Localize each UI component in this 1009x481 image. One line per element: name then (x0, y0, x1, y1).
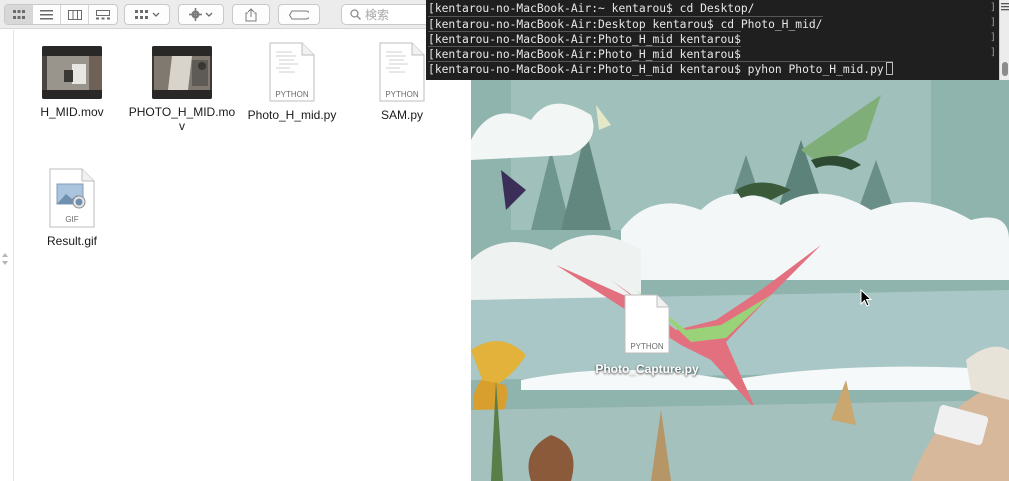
search-placeholder: 検索 (365, 8, 390, 22)
file-item-h-mid-mov[interactable]: H_MID.mov (17, 46, 127, 119)
chevron-down-icon (152, 12, 159, 17)
svg-text:PYTHON: PYTHON (385, 90, 419, 99)
search-icon (350, 9, 361, 20)
finder-toolbar: 検索 (0, 0, 481, 29)
line-bracket-mark: ] (989, 17, 996, 28)
python-file-icon: PYTHON (268, 42, 316, 102)
line-bracket-mark: ] (989, 2, 996, 13)
file-name: Photo_Capture.py (595, 362, 699, 376)
file-name: PHOTO_H_MID.mov (128, 105, 236, 133)
view-mode-control (4, 4, 118, 25)
share-icon (245, 7, 257, 21)
terminal-prompt-line[interactable]: [kentarou-no-MacBook-Air:Photo_H_mid ken… (428, 61, 893, 76)
file-name: Photo_H_mid.py (247, 108, 337, 122)
svg-text:PYTHON: PYTHON (275, 90, 309, 99)
terminal-line: [kentarou-no-MacBook-Air:Photo_H_mid ken… (428, 31, 741, 46)
columns-icon (67, 9, 82, 20)
action-button[interactable] (178, 4, 224, 25)
svg-text:GIF: GIF (65, 215, 78, 224)
gallery-icon (96, 9, 110, 19)
chevron-down-icon (205, 12, 213, 17)
icon-grid-icon (12, 9, 25, 19)
desktop-wallpaper (471, 80, 1009, 481)
file-item-photo-h-mid-mov[interactable]: PHOTO_H_MID.mov (127, 46, 237, 133)
line-bracket-mark: ] (989, 47, 996, 58)
scroll-arrows-icon (2, 253, 8, 265)
desktop[interactable]: PYTHON Photo_Capture.py (471, 80, 1009, 481)
scrollbar-thumb[interactable] (1002, 62, 1008, 76)
group-by-button[interactable] (124, 4, 170, 25)
python-file-icon: PYTHON (378, 42, 426, 102)
terminal-line: [kentarou-no-MacBook-Air:Desktop kentaro… (428, 16, 823, 31)
python-file-icon: PYTHON (623, 294, 671, 354)
line-bracket-mark: ] (989, 32, 996, 43)
text-cursor (885, 62, 893, 75)
icon-view-button[interactable] (5, 5, 33, 24)
gallery-view-button[interactable] (89, 5, 117, 24)
gif-file-icon: GIF (48, 168, 96, 228)
file-name: Result.gif (46, 234, 98, 248)
video-thumbnail (152, 46, 212, 99)
finder-window: 検索 H_MID.mov PHOTO_H_MID.mov PYTHON Phot… (0, 0, 481, 481)
terminal-line: [kentarou-no-MacBook-Air:~ kentarou$ cd … (428, 2, 755, 15)
list-icon (40, 9, 53, 19)
terminal-line: [kentarou-no-MacBook-Air:Photo_H_mid ken… (428, 46, 741, 61)
terminal-scrollbar[interactable] (999, 0, 1009, 80)
share-button[interactable] (232, 4, 270, 25)
file-name: SAM.py (380, 108, 423, 122)
svg-text:PYTHON: PYTHON (630, 342, 664, 351)
sidebar-edge[interactable] (0, 30, 14, 481)
file-item-result-gif[interactable]: GIF Result.gif (17, 168, 127, 248)
desktop-file-photo-capture-py[interactable]: PYTHON Photo_Capture.py (592, 294, 702, 376)
video-thumbnail (42, 46, 102, 99)
menu-lines-icon (1001, 3, 1009, 11)
tag-icon (289, 10, 309, 19)
terminal-window[interactable]: [kentarou-no-MacBook-Air:~ kentarou$ cd … (426, 0, 999, 80)
grid-icon (134, 9, 148, 19)
column-view-button[interactable] (61, 5, 89, 24)
list-view-button[interactable] (33, 5, 61, 24)
gear-icon (189, 8, 202, 21)
mouse-cursor-icon (860, 289, 872, 307)
file-item-photo-h-mid-py[interactable]: PYTHON Photo_H_mid.py (237, 42, 347, 122)
file-name: H_MID.mov (40, 105, 104, 119)
tags-button[interactable] (278, 4, 320, 25)
